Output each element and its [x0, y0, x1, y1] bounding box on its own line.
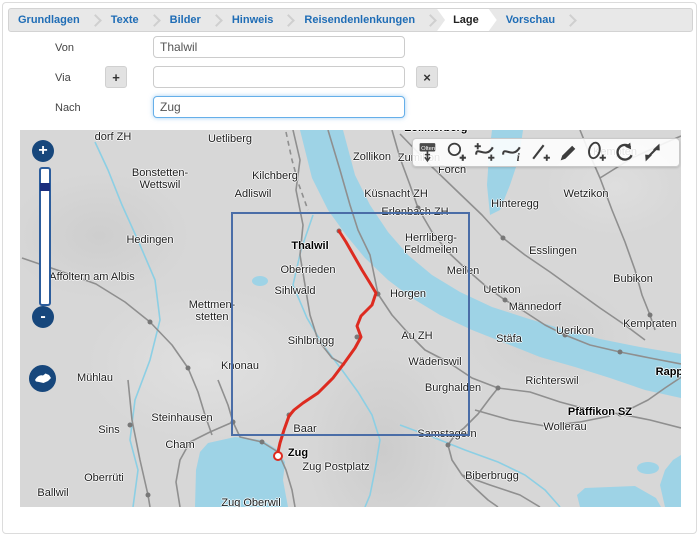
nach-input[interactable] [153, 96, 405, 118]
refresh-tool-icon[interactable] [612, 141, 637, 165]
via-add-button[interactable]: + [105, 66, 127, 88]
via-clear-button[interactable]: × [416, 66, 438, 88]
von-input[interactable] [153, 36, 405, 58]
fullscreen-tool-icon[interactable] [640, 141, 665, 165]
wizard-step-bilder[interactable]: Bilder [161, 9, 210, 31]
chevron-separator-icon [424, 14, 437, 27]
chevron-separator-icon [564, 14, 577, 27]
zoom-slider[interactable] [39, 167, 51, 306]
add-point-tool-icon[interactable] [444, 141, 469, 165]
add-line-tool-icon[interactable] [528, 141, 553, 165]
route-info-tool-icon[interactable]: i [500, 141, 525, 165]
wizard-breadcrumb: Grundlagen Texte Bilder Hinweis Reisendenlen… [8, 8, 693, 32]
via-input[interactable] [153, 66, 405, 88]
svg-text:Olten: Olten [421, 146, 435, 152]
place-label-tool-icon[interactable]: Olten [416, 141, 441, 165]
map-canvas[interactable]: Birmens- dorf ZHUetlibergZollikerbergZol… [20, 130, 681, 507]
wizard-step-grundlagen[interactable]: Grundlagen [9, 9, 89, 31]
map-toolbar: Olten i [412, 138, 680, 167]
via-label: Via [55, 72, 71, 84]
chevron-separator-icon [148, 14, 161, 27]
zoom-slider-handle[interactable] [40, 183, 50, 191]
wizard-step-hinweis[interactable]: Hinweis [223, 9, 283, 31]
wizard-step-vorschau[interactable]: Vorschau [497, 9, 564, 31]
add-route-tool-icon[interactable] [472, 141, 497, 165]
von-label: Von [55, 42, 74, 54]
wizard-step-texte[interactable]: Texte [102, 9, 148, 31]
edit-tool-icon[interactable] [556, 141, 581, 165]
route-end-marker [274, 452, 282, 460]
switzerland-icon [29, 365, 56, 392]
svg-text:i: i [517, 152, 521, 164]
nach-label: Nach [55, 102, 81, 114]
add-ellipse-tool-icon[interactable] [584, 141, 609, 165]
wizard-step-reisendenlenkungen[interactable]: Reisendenlenkungen [295, 9, 424, 31]
wizard-step-lage[interactable]: Lage [437, 9, 497, 31]
map-selection-rectangle[interactable] [231, 212, 470, 436]
home-extent-button[interactable] [29, 365, 56, 392]
zoom-in-button[interactable]: + [32, 140, 54, 162]
zoom-out-button[interactable]: - [32, 306, 54, 328]
chevron-separator-icon [283, 14, 296, 27]
chevron-separator-icon [210, 14, 223, 27]
chevron-separator-icon [89, 14, 102, 27]
